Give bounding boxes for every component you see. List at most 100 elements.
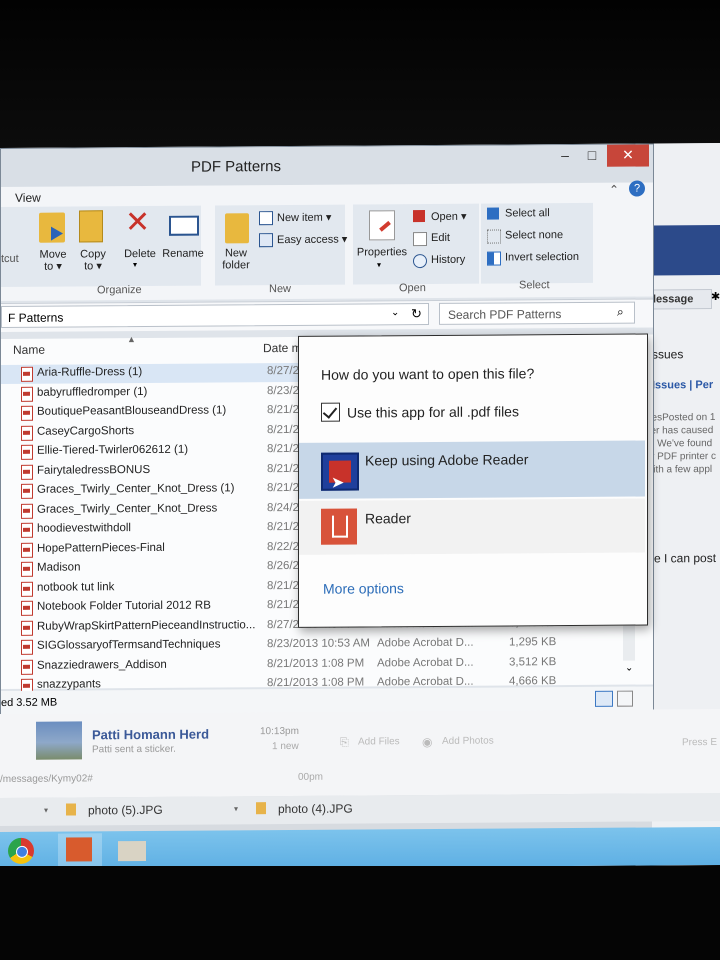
- download-photo-5[interactable]: photo (5).JPG: [88, 803, 163, 818]
- details-view-icon[interactable]: [595, 690, 613, 707]
- open-label: Open: [399, 282, 426, 295]
- history-button[interactable]: History: [431, 254, 465, 266]
- pdf-file-icon: [21, 639, 33, 655]
- file-type: Adobe Acrobat D...: [377, 656, 474, 669]
- edit-button[interactable]: Edit: [431, 232, 450, 244]
- message-tab[interactable]: lessage: [652, 289, 712, 310]
- new-item-icon: [259, 211, 273, 226]
- tab-view[interactable]: View: [15, 191, 41, 205]
- browser-link-issues[interactable]: Issues | Per: [652, 379, 713, 391]
- screen: lessage ✱ ssues Issues | Per uesPosted o…: [0, 142, 720, 870]
- pdf-file-icon: [21, 366, 33, 382]
- reader-app-icon: [321, 508, 357, 545]
- download-arrow-icon[interactable]: ▾: [44, 806, 48, 815]
- file-name: BoutiquePeasantBlouseandDress (1): [37, 404, 227, 418]
- tiles-view-icon[interactable]: [617, 690, 633, 707]
- pdf-file-icon: [21, 464, 33, 480]
- file-name: babyruffledromper (1): [37, 385, 148, 399]
- folder-app-icon[interactable]: [118, 840, 146, 862]
- pdf-file-icon: [21, 425, 33, 441]
- add-files-button[interactable]: Add Files: [358, 736, 400, 747]
- add-photos-icon[interactable]: ◉: [422, 735, 432, 749]
- open-with-dialog: How do you want to open this file? Use t…: [298, 333, 648, 628]
- edit-icon: [413, 232, 427, 247]
- browser-header-bar: [652, 224, 720, 276]
- pdf-file-icon: [21, 620, 33, 636]
- column-name[interactable]: Name: [13, 339, 45, 361]
- new-item-button[interactable]: New item ▾: [277, 211, 331, 224]
- avatar: [36, 721, 82, 760]
- close-button[interactable]: ✕: [607, 144, 649, 167]
- select-none-button[interactable]: Select none: [505, 229, 563, 241]
- file-name: notbook tut link: [37, 580, 115, 594]
- more-options-link[interactable]: More options: [323, 580, 404, 597]
- file-name: SIGGlossaryofTermsandTechniques: [37, 638, 221, 652]
- address-dropdown-icon[interactable]: ⌄: [391, 307, 399, 318]
- chat-preview: Patti sent a sticker.: [92, 743, 176, 756]
- minimize-button[interactable]: –: [553, 145, 577, 167]
- address-bar[interactable]: F Patterns: [1, 303, 429, 328]
- file-date: 8/23/2013 10:53 AM: [267, 637, 370, 651]
- add-photos-button[interactable]: Add Photos: [442, 736, 494, 747]
- pdf-file-icon: [21, 561, 33, 577]
- chat-new-count: 1 new: [272, 740, 299, 753]
- open-button[interactable]: Open ▾: [431, 210, 467, 223]
- file-name: Notebook Folder Tutorial 2012 RB: [37, 599, 211, 613]
- pdf-file-icon: [21, 659, 33, 675]
- move-to-button[interactable]: Move to ▾: [33, 248, 73, 273]
- use-app-label[interactable]: Use this app for all .pdf files: [347, 403, 519, 420]
- sort-arrow-icon: ▲: [127, 334, 136, 345]
- pdf-file-icon: [21, 386, 33, 402]
- mouse-cursor-icon: ➤: [331, 474, 345, 492]
- browser-text-post: se I can post: [648, 551, 717, 566]
- option-reader-label: Reader: [365, 510, 411, 527]
- delete-button[interactable]: Delete: [119, 248, 161, 260]
- properties-dropdown-icon[interactable]: ▾: [377, 260, 381, 269]
- option-reader[interactable]: Reader: [299, 498, 645, 555]
- add-files-icon[interactable]: ⎘: [340, 737, 349, 750]
- chrome-icon[interactable]: [8, 837, 34, 864]
- file-name: Snazziedrawers_Addison: [37, 658, 167, 672]
- refresh-icon[interactable]: ↻: [411, 306, 422, 322]
- rename-button[interactable]: Rename: [161, 248, 205, 260]
- move-arrow-icon: [51, 226, 63, 241]
- new-folder-button[interactable]: New folder: [215, 247, 257, 271]
- invert-selection-button[interactable]: Invert selection: [505, 251, 579, 264]
- pdf-file-icon: [21, 405, 33, 421]
- gear-icon[interactable]: ✱: [711, 290, 720, 303]
- ribbon: View ⌃ ? tcut Move to ▾ Copy to ▾ ✕ Dele…: [1, 180, 653, 301]
- photo-4-icon: [256, 802, 266, 815]
- chat-name[interactable]: Patti Homann Herd: [92, 727, 209, 743]
- option-adobe-reader[interactable]: ➤ Keep using Adobe Reader: [299, 440, 645, 499]
- use-app-checkbox[interactable]: [321, 402, 340, 422]
- delete-dropdown-icon[interactable]: ▾: [133, 260, 137, 269]
- monitor-bezel-bottom: [0, 866, 720, 960]
- open-pdf-icon: [413, 210, 425, 223]
- address-text: F Patterns: [8, 310, 64, 325]
- file-date: 8/21/2013 1:08 PM: [267, 676, 365, 690]
- select-all-button[interactable]: Select all: [505, 207, 550, 219]
- monitor-bezel-top: [0, 0, 720, 150]
- cut-label[interactable]: tcut: [1, 253, 19, 265]
- file-type: Adobe Acrobat D...: [377, 636, 474, 650]
- file-size: 4,666 KB: [509, 675, 557, 688]
- browser-line-5: with a few appl: [646, 464, 713, 476]
- properties-button[interactable]: Properties: [355, 246, 409, 258]
- pdf-file-icon: [21, 542, 33, 558]
- copy-to-icon: [79, 210, 103, 243]
- maximize-button[interactable]: □: [579, 145, 605, 167]
- title-bar: PDF Patterns – □ ✕: [1, 144, 653, 187]
- search-input[interactable]: Search PDF Patterns: [439, 301, 635, 325]
- search-icon[interactable]: ⌕: [617, 305, 624, 320]
- press-enter-text: Press E: [682, 736, 718, 749]
- column-date[interactable]: Date m: [263, 337, 302, 359]
- copy-to-button[interactable]: Copy to ▾: [73, 248, 113, 272]
- ribbon-collapse-icon[interactable]: ⌃: [609, 183, 619, 197]
- facebook-chat-area: Patti Homann Herd Patti sent a sticker. …: [0, 708, 720, 798]
- download-photo-4[interactable]: photo (4).JPG: [278, 802, 353, 817]
- help-icon[interactable]: ?: [629, 180, 645, 197]
- status-text: ed 3.52 MB: [1, 696, 58, 709]
- downloads-bar: ▾ photo (5).JPG ▾ photo (4).JPG: [0, 792, 720, 826]
- easy-access-button[interactable]: Easy access ▾: [277, 233, 347, 246]
- download-dropdown-icon[interactable]: ▾: [234, 804, 238, 813]
